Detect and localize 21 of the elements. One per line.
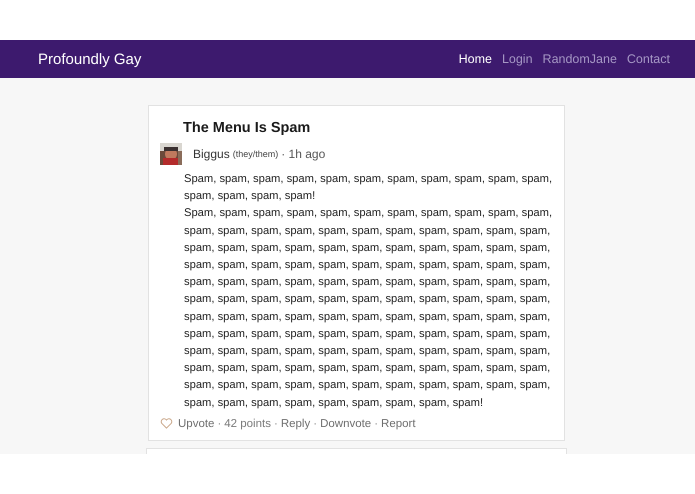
action-link[interactable]: Report [381, 418, 416, 430]
heart-icon[interactable] [160, 418, 173, 430]
nav-link[interactable]: Home [458, 52, 492, 66]
separator: · [274, 418, 278, 430]
action-link[interactable]: Upvote [178, 418, 214, 430]
separator: · [217, 418, 222, 430]
post-title[interactable]: The Menu Is Spam [183, 120, 552, 136]
author-name[interactable]: Biggus [193, 147, 230, 161]
nav-link[interactable]: Contact [626, 52, 670, 66]
post-text: Spam, spam, spam, spam, spam, spam, spam, spam, spam, spam, spam, spam, spam, spam, spam, spam, spam, spam, spam, spam, spam, spam, spam, spam, spam, spam, spam, spam, spam, spam, spam, spam, spam, spam, spam, spam, spam, spam, spam, spam, spam, spam, spam, spam, spam, spam, spam, spam, spam, spam, spam, spam, spam, spam, spam, spam, spam, spam, spam, spam, spam, spam, spam, spam, spam, spam, spam, spam, spam, spam, spam, spam, spam, spam, spam, spam, spam, spam, spam, spam, spam, spam, spam, spam, spam, spam, spam, spam, spam, spam, spam, spam, spam, spam, spam, spam, spam, spam, spam, spam, spam, spam, spam, spam, spam, spam, spam, spam, spam, spam, spam, spam, spam, spam, spam, spam, spam, spam, spam, spam, spam, spam, spam, spam, spam, spam, spam, spam, spam, spam! [184, 206, 554, 411]
separator: · [313, 418, 318, 430]
nav-link[interactable]: Login [502, 52, 533, 66]
site-brand[interactable]: Profoundly Gay [38, 50, 142, 68]
post-text: Spam, spam, spam, spam, spam, spam, spam, spam, spam, spam, spam, spam, spam, spam, spam! [184, 172, 554, 204]
action-link[interactable]: Downvote [320, 418, 372, 430]
pronouns: (they/them) [232, 149, 278, 159]
points-count: 42 points [224, 418, 271, 430]
post-time: · 1h ago [281, 147, 326, 161]
separator: · [374, 418, 378, 430]
action-link[interactable]: Reply [280, 418, 310, 430]
nav-link[interactable]: RandomJane [542, 52, 617, 66]
